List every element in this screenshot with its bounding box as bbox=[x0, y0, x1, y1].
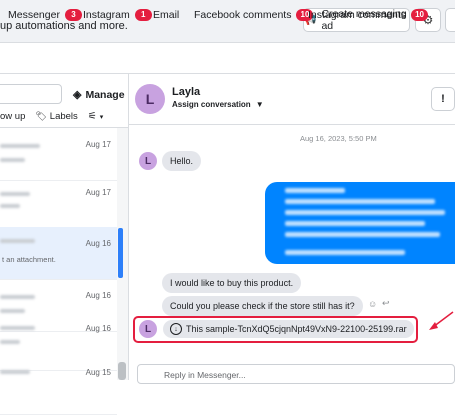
list-item[interactable]: Aug 17 bbox=[0, 128, 117, 181]
more-button[interactable]: ⋮ bbox=[445, 8, 455, 32]
filter-bar: ow up 🏷 Labels ⚟ ▾ bbox=[0, 111, 103, 122]
sender-avatar: L bbox=[139, 152, 157, 170]
contact-name[interactable]: Layla bbox=[172, 86, 200, 98]
scrollbar-thumb[interactable] bbox=[118, 362, 126, 380]
list-item[interactable]: Aug 15 bbox=[0, 362, 117, 415]
list-item-selected[interactable]: t an attachment. Aug 16 bbox=[0, 227, 117, 280]
item-date: Aug 16 bbox=[85, 324, 111, 333]
selected-indicator bbox=[118, 228, 123, 278]
tab-label: Instagram bbox=[83, 9, 130, 21]
tab-label: Messenger bbox=[8, 9, 60, 21]
tab-facebook-comments[interactable]: Facebook comments 10 bbox=[194, 9, 314, 21]
manage-label: Manage bbox=[85, 88, 125, 101]
assign-label: Assign conversation bbox=[172, 100, 251, 109]
tag-icon: 🏷 bbox=[35, 111, 47, 121]
banner-text: up automations and more. bbox=[0, 20, 128, 32]
item-date: Aug 16 bbox=[85, 291, 111, 300]
item-date: Aug 17 bbox=[85, 140, 111, 149]
caret-down-icon: ▼ bbox=[255, 100, 264, 109]
reply-placeholder: Reply in Messenger... bbox=[164, 370, 246, 380]
unread-badge: 1 bbox=[134, 9, 152, 21]
tab-email[interactable]: Email bbox=[153, 9, 179, 21]
layers-icon: ◈ bbox=[73, 89, 82, 101]
search-input[interactable] bbox=[0, 84, 62, 104]
tab-messenger[interactable]: Messenger 3 bbox=[8, 9, 82, 21]
highlight-box bbox=[133, 316, 418, 343]
follow-up-filter[interactable]: ow up bbox=[0, 111, 25, 122]
inbox-tabs bbox=[0, 43, 455, 74]
unread-badge: 10 bbox=[411, 9, 429, 21]
message-bubble: I would like to buy this product. bbox=[162, 273, 302, 293]
emoji-react-icon[interactable]: ☺ bbox=[368, 299, 377, 309]
tab-label: Instagram comments bbox=[308, 9, 407, 21]
item-date: Aug 15 bbox=[85, 368, 111, 377]
unread-badge: 3 bbox=[64, 9, 82, 21]
list-item[interactable]: Aug 17 bbox=[0, 176, 117, 229]
reply-input[interactable]: Reply in Messenger... bbox=[137, 364, 455, 384]
labels-filter[interactable]: Labels bbox=[50, 111, 78, 122]
tab-instagram-comments[interactable]: Instagram comments 10 bbox=[308, 9, 429, 21]
alert-button[interactable]: ! bbox=[431, 87, 455, 111]
tab-instagram[interactable]: Instagram 1 bbox=[83, 9, 152, 21]
tab-label: Email bbox=[153, 9, 180, 21]
tab-label: Facebook comments bbox=[194, 9, 292, 21]
item-date: Aug 16 bbox=[85, 239, 111, 248]
assign-conversation-dropdown[interactable]: Assign conversation ▼ bbox=[172, 100, 264, 109]
reply-icon[interactable]: ↩ bbox=[382, 298, 390, 309]
arrow-annotation bbox=[429, 311, 454, 330]
message-bubble: Hello. bbox=[162, 151, 202, 171]
chevron-down-icon[interactable]: ▾ bbox=[100, 113, 104, 121]
message-timestamp: Aug 16, 2023, 5:50 PM bbox=[300, 134, 377, 143]
sliders-icon[interactable]: ⚟ bbox=[88, 111, 97, 122]
manage-button[interactable]: ◈ Manage bbox=[73, 88, 125, 102]
message-bubble: Could you please check if the store stil… bbox=[162, 296, 363, 316]
outgoing-message-bubble bbox=[265, 182, 455, 264]
item-date: Aug 17 bbox=[85, 188, 111, 197]
item-snippet: t an attachment. bbox=[2, 255, 56, 264]
avatar[interactable]: L bbox=[135, 84, 165, 114]
